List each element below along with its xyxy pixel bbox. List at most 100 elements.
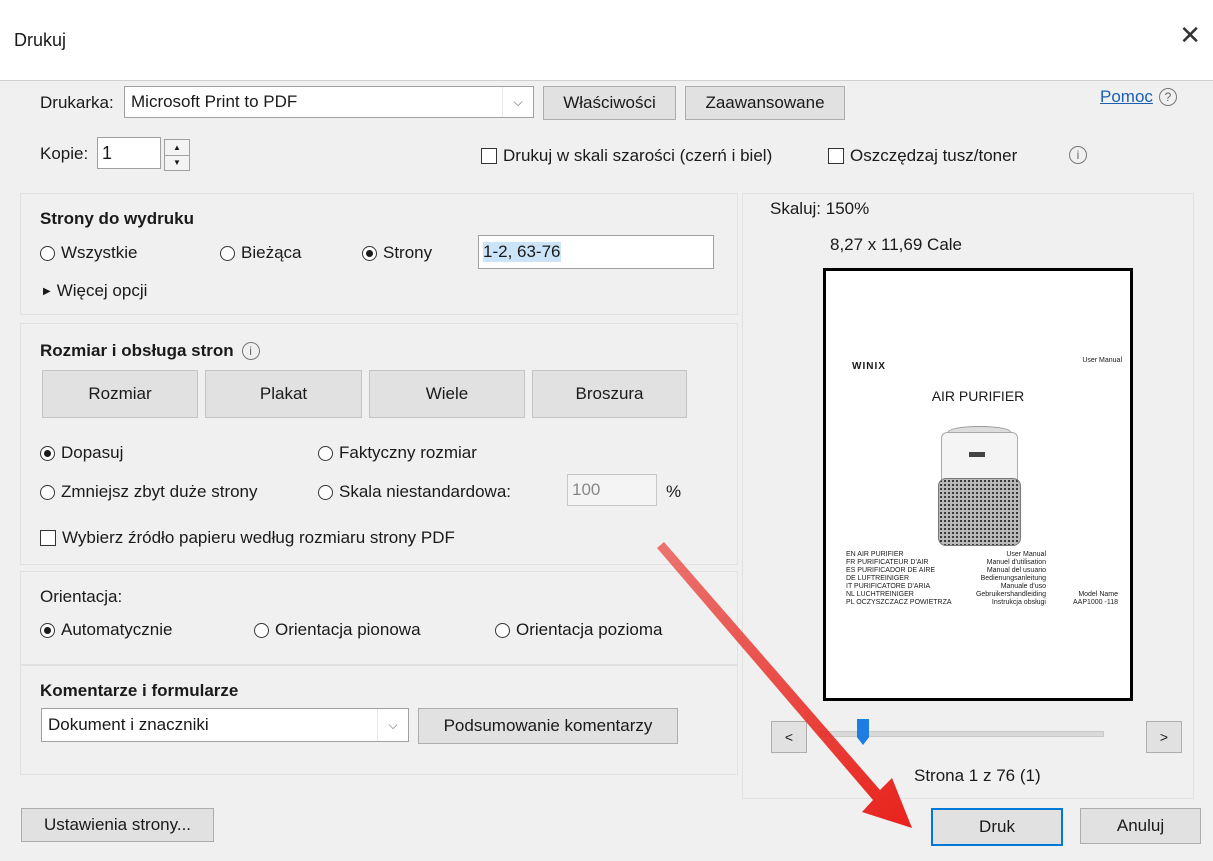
properties-button[interactable]: Właściwości — [543, 86, 676, 120]
preview-line-left: FR PURIFICATEUR D'AIR — [846, 559, 929, 566]
radio-fit[interactable]: Dopasuj — [40, 443, 123, 463]
radio-all-label: Wszystkie — [61, 243, 138, 262]
radio-actual-circle[interactable] — [318, 445, 333, 461]
paper-source-box[interactable] — [40, 530, 56, 546]
preview-line-left: IT PURIFICATORE D'ARIA — [846, 583, 931, 590]
orientation-heading: Orientacja: — [40, 587, 123, 606]
radio-landscape-circle[interactable] — [495, 622, 510, 638]
preview-line-right: Manuale d'uso — [1000, 583, 1046, 590]
page-setup-button[interactable]: Ustawienia strony... — [21, 808, 214, 842]
chevron-down-icon: ⌵ — [377, 709, 408, 741]
radio-current-label: Bieżąca — [241, 243, 302, 262]
radio-current[interactable]: Bieżąca — [220, 243, 301, 263]
radio-portrait-label: Orientacja pionowa — [275, 620, 421, 639]
preview-line-right: User Manual — [1006, 551, 1046, 558]
stepper-up-icon[interactable]: ▲ — [165, 140, 189, 156]
more-options-toggle[interactable]: ▶ Więcej opcji — [43, 281, 147, 301]
radio-pages-label: Strony — [383, 243, 433, 262]
chevron-down-icon: ⌵ — [502, 87, 533, 117]
preview-language-list: EN AIR PURIFIER User Manual FR PURIFICATE… — [846, 551, 1046, 607]
radio-all-circle[interactable] — [40, 245, 55, 261]
radio-landscape[interactable]: Orientacja pozioma — [495, 620, 662, 640]
more-options-label: Więcej opcji — [56, 281, 148, 300]
printer-select[interactable]: Microsoft Print to PDF ⌵ — [124, 86, 534, 118]
copies-input[interactable]: 1 — [97, 137, 161, 169]
comments-select-value: Dokument i znaczniki — [48, 715, 209, 734]
next-page-button[interactable]: > — [1146, 721, 1182, 753]
radio-landscape-label: Orientacja pozioma — [516, 620, 663, 639]
preview-line-right: Instrukcja obsługi — [991, 599, 1046, 606]
preview-title: AIR PURIFIER — [931, 388, 1025, 404]
radio-custom-circle[interactable] — [318, 484, 333, 500]
window-title: Drukuj — [14, 30, 67, 50]
tab-multiple[interactable]: Wiele — [369, 370, 525, 418]
preview-line-left: DE LUFTREINIGER — [846, 575, 910, 582]
preview-paper-size: 8,27 x 11,69 Cale — [830, 235, 962, 254]
page-counter: Strona 1 z 76 (1) — [914, 766, 1041, 785]
tab-poster[interactable]: Plakat — [205, 370, 362, 418]
advanced-button[interactable]: Zaawansowane — [685, 86, 845, 120]
grayscale-label: Drukuj w skali szarości (czerń i biel) — [503, 146, 773, 165]
preview-corner-text: User Manual — [1082, 357, 1122, 364]
paper-source-checkbox[interactable]: Wybierz źródło papieru według rozmiaru s… — [40, 528, 455, 548]
radio-shrink-label: Zmniejsz zbyt duże strony — [61, 482, 258, 501]
radio-auto-circle[interactable] — [40, 622, 55, 638]
stepper-down-icon[interactable]: ▼ — [165, 156, 189, 171]
sizing-heading-text: Rozmiar i obsługa stron — [40, 341, 234, 360]
pages-heading: Strony do wydruku — [40, 209, 194, 228]
help-icon[interactable]: ? — [1158, 88, 1177, 106]
preview-line-left: NL LUCHTREINIGER — [846, 591, 914, 598]
tab-booklet[interactable]: Broszura — [532, 370, 687, 418]
preview-line: NL LUCHTREINIGER Gebruikershandleiding — [846, 591, 1046, 599]
cancel-button[interactable]: Anuluj — [1080, 808, 1201, 844]
radio-custom-scale[interactable]: Skala niestandardowa: — [318, 482, 511, 502]
preview-line-right: Bedienungsanleitung — [980, 575, 1046, 582]
help: Pomoc ? — [1100, 87, 1177, 107]
radio-fit-label: Dopasuj — [61, 443, 124, 462]
triangle-right-icon: ▶ — [43, 285, 51, 297]
page-range-input[interactable]: 1-2, 63-76 — [478, 235, 714, 269]
page-range-value: 1-2, 63-76 — [483, 242, 561, 262]
copies-stepper[interactable]: ▲ ▼ — [164, 139, 190, 171]
save-ink-checkbox[interactable]: Oszczędzaj tusz/toner — [828, 146, 1017, 166]
comments-summary-button[interactable]: Podsumowanie komentarzy — [418, 708, 678, 744]
percent-label: % — [666, 482, 682, 501]
custom-scale-input[interactable]: 100 — [567, 474, 657, 506]
radio-shrink[interactable]: Zmniejsz zbyt duże strony — [40, 482, 258, 502]
preview-line: ES PURIFICADOR DE AIRE Manual del usuario — [846, 567, 1046, 575]
preview-line-right: Manual del usuario — [986, 567, 1046, 574]
radio-actual-size[interactable]: Faktyczny rozmiar — [318, 443, 477, 463]
preview-line: IT PURIFICATORE D'ARIA Manuale d'uso — [846, 583, 1046, 591]
air-purifier-image — [933, 426, 1024, 546]
radio-current-circle[interactable] — [220, 245, 235, 261]
preview-line-left: ES PURIFICADOR DE AIRE — [846, 567, 936, 574]
save-ink-box[interactable] — [828, 148, 844, 164]
grayscale-box[interactable] — [481, 148, 497, 164]
preview-model-value: AAP1000 -118 — [1072, 599, 1118, 606]
tab-size[interactable]: Rozmiar — [42, 370, 198, 418]
help-link[interactable]: Pomoc — [1100, 87, 1153, 107]
preview-line: DE LUFTREINIGER Bedienungsanleitung — [846, 575, 1046, 583]
radio-portrait-circle[interactable] — [254, 622, 269, 638]
radio-fit-circle[interactable] — [40, 445, 55, 461]
info-icon[interactable]: i — [241, 342, 260, 360]
preview-line-left: EN AIR PURIFIER — [846, 551, 904, 558]
radio-pages[interactable]: Strony — [362, 243, 432, 263]
sizing-heading: Rozmiar i obsługa stron i — [40, 341, 260, 361]
print-button[interactable]: Druk — [931, 808, 1063, 846]
radio-actual-label: Faktyczny rozmiar — [339, 443, 477, 462]
prev-page-button[interactable]: < — [771, 721, 807, 753]
radio-pages-circle[interactable] — [362, 245, 377, 261]
radio-shrink-circle[interactable] — [40, 484, 55, 500]
preview-scale: Skaluj: 150% — [770, 199, 870, 218]
comments-select[interactable]: Dokument i znaczniki ⌵ — [41, 708, 409, 742]
grayscale-checkbox[interactable]: Drukuj w skali szarości (czerń i biel) — [481, 146, 772, 166]
radio-portrait[interactable]: Orientacja pionowa — [254, 620, 421, 640]
radio-all[interactable]: Wszystkie — [40, 243, 138, 263]
close-icon[interactable]: ✕ — [1179, 20, 1201, 51]
preview-line-left: PL OCZYSZCZACZ POWIETRZA — [846, 599, 952, 606]
info-icon[interactable]: i — [1069, 146, 1087, 164]
orientation-section — [20, 571, 738, 665]
radio-auto-orientation[interactable]: Automatycznie — [40, 620, 173, 640]
save-ink-label: Oszczędzaj tusz/toner — [850, 146, 1018, 165]
